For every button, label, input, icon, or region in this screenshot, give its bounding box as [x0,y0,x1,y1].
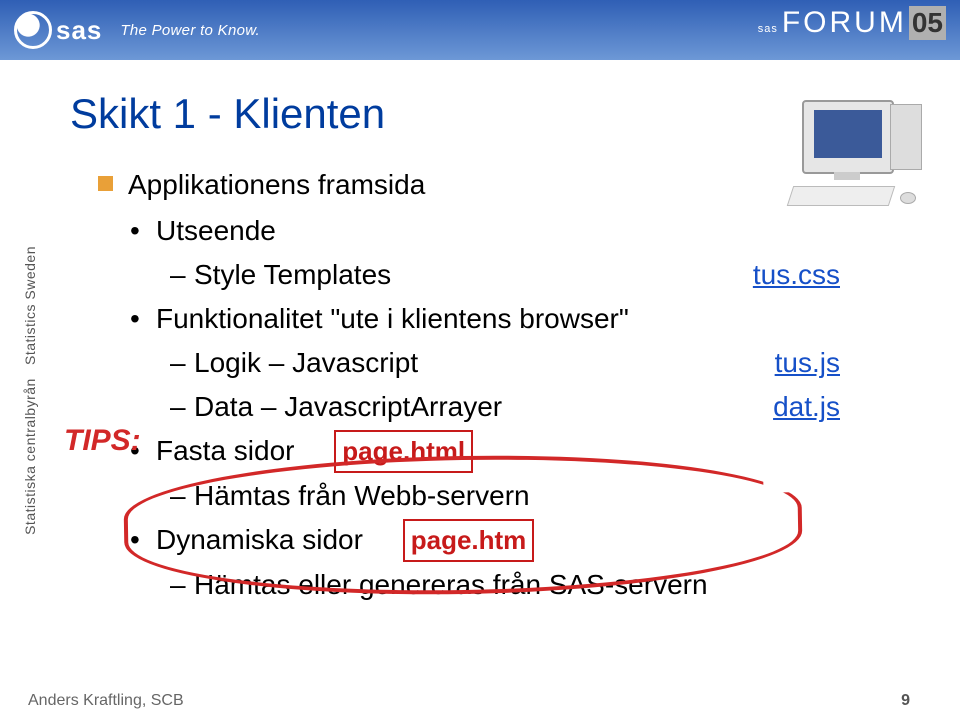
sas-logo: sas [14,11,102,49]
l3-gen: Hämtas eller genereras från SAS-servern [170,564,930,606]
link-dat[interactable]: dat.js [773,386,840,428]
l3-logic-row: Logik – Javascript tus.js [170,342,930,384]
l2-func: Funktionalitet "ute i klientens browser" [130,298,930,340]
bullet-list: Applikationens framsida Utseende Style T… [98,164,930,606]
event-year: 05 [909,6,946,40]
l2-look: Utseende [130,210,930,252]
l3-fetch: Hämtas från Webb-servern [170,475,930,517]
sidebar-org-label: Statistiska centralbyrån Statistics Swed… [22,246,38,535]
footer-author: Anders Kraftling, SCB [28,692,184,710]
footer-page: 9 [901,692,910,710]
slide-header: sas The Power to Know. sas FORUM 05 [0,0,960,60]
l3-data-row: Data – JavascriptArrayer dat.js [170,386,930,428]
event-badge: sas FORUM 05 [758,6,946,40]
l3-style: Style Templates [194,254,391,296]
computer-clipart-icon [782,100,922,210]
l2-static: Fasta sidor page.html [130,430,930,473]
slide-footer: Anders Kraftling, SCB 9 [28,692,910,710]
l3-logic: Logik – Javascript [194,342,418,384]
l3-data: Data – JavascriptArrayer [194,386,502,428]
box-page-htm: page.htm [403,519,535,562]
box-page-html: page.html [334,430,473,473]
l2-dyn: Dynamiska sidor page.htm [130,519,930,562]
sidebar: Statistiska centralbyrån Statistics Swed… [0,60,60,720]
link-js[interactable]: tus.js [775,342,840,384]
tagline: The Power to Know. [120,22,260,39]
tips-label: TIPS: [64,424,141,458]
link-css[interactable]: tus.css [753,254,840,296]
sas-swirl-icon [14,11,52,49]
l3-style-row: Style Templates tus.css [170,254,930,296]
sas-wordmark: sas [56,15,102,46]
event-prefix: sas [758,23,778,35]
event-word: FORUM [782,6,907,40]
